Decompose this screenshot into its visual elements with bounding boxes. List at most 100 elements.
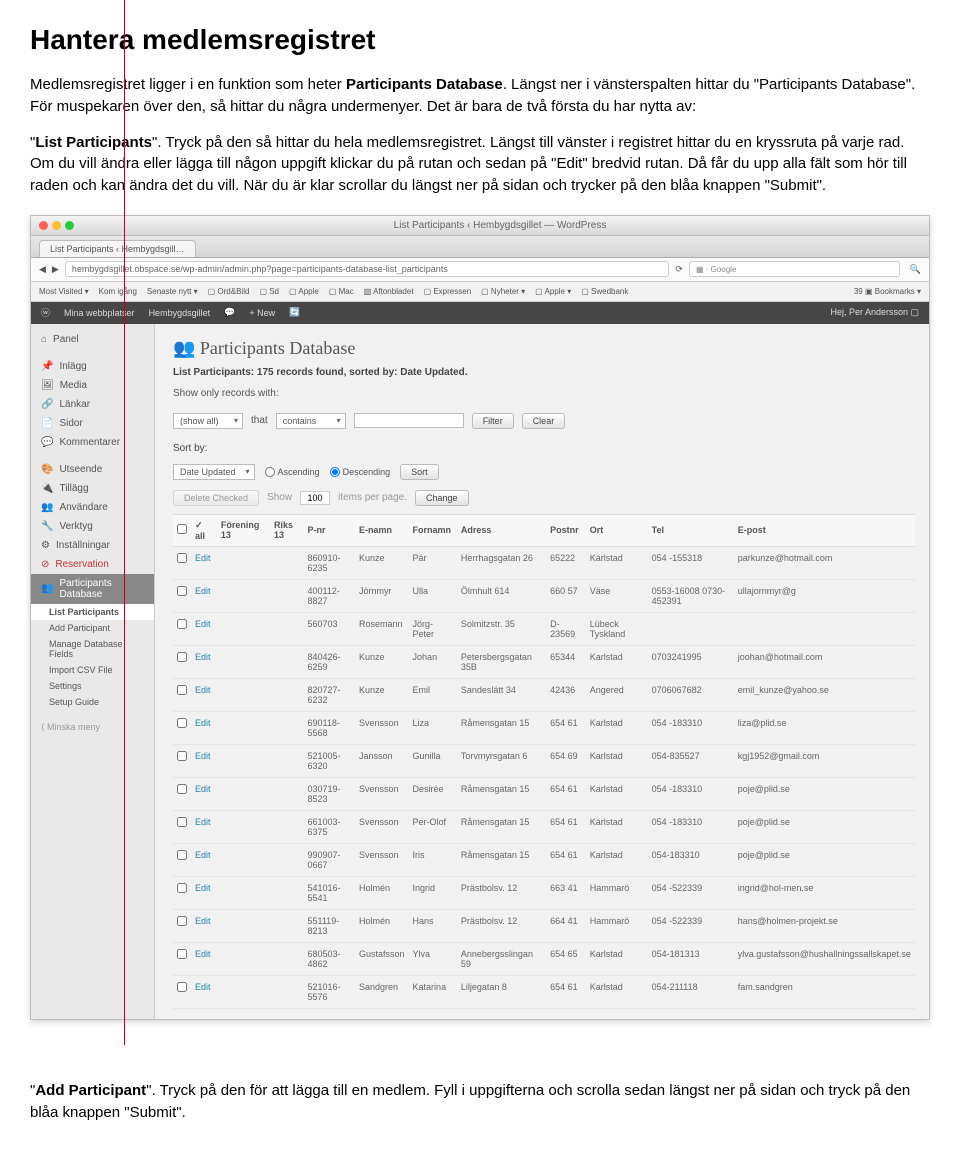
edit-link[interactable]: Edit — [195, 619, 211, 629]
row-checkbox[interactable] — [177, 619, 187, 629]
edit-link[interactable]: Edit — [195, 883, 211, 893]
sort-field-select[interactable]: Date Updated — [173, 464, 255, 480]
edit-link[interactable]: Edit — [195, 685, 211, 695]
wp-user-greeting[interactable]: Hej, Per Andersson ▢ — [830, 307, 919, 318]
sidebar-item-verktyg[interactable]: 🔧Verktyg — [31, 517, 154, 536]
sidebar-sub-add-participant[interactable]: Add Participant — [31, 620, 154, 636]
sidebar-item-panel[interactable]: ⌂Panel — [31, 330, 154, 349]
bookmark-apple[interactable]: ▢ Apple — [289, 287, 319, 296]
col-pnr[interactable]: P-nr — [304, 514, 356, 546]
sort-descending-radio[interactable]: Descending — [330, 467, 391, 477]
sidebar-item-utseende[interactable]: 🎨Utseende — [31, 460, 154, 479]
sort-ascending-radio[interactable]: Ascending — [265, 467, 320, 477]
filter-value-input[interactable] — [354, 413, 464, 428]
filter-operator-select[interactable]: contains — [276, 413, 346, 429]
sidebar-sub-manage-fields[interactable]: Manage Database Fields — [31, 636, 154, 662]
bookmark-most-visited[interactable]: Most Visited ▾ — [39, 287, 89, 296]
wp-new-button[interactable]: + New — [249, 308, 275, 318]
edit-link[interactable]: Edit — [195, 916, 211, 926]
filter-button[interactable]: Filter — [472, 413, 514, 429]
sidebar-item-lankar[interactable]: 🔗Länkar — [31, 395, 154, 414]
bookmark-aftonbladet[interactable]: ▧ Aftonbladet — [364, 287, 414, 296]
edit-link[interactable]: Edit — [195, 850, 211, 860]
nav-back-icon[interactable]: ◀ — [39, 264, 46, 275]
edit-link[interactable]: Edit — [195, 652, 211, 662]
sidebar-sub-settings[interactable]: Settings — [31, 678, 154, 694]
row-checkbox[interactable] — [177, 718, 187, 728]
sidebar-item-anvandare[interactable]: 👥Användare — [31, 498, 154, 517]
row-checkbox[interactable] — [177, 652, 187, 662]
row-checkbox[interactable] — [177, 586, 187, 596]
col-all[interactable]: ✓ all — [191, 514, 217, 546]
edit-link[interactable]: Edit — [195, 553, 211, 563]
row-checkbox[interactable] — [177, 817, 187, 827]
bookmark-mac[interactable]: ▢ Mac — [329, 287, 354, 296]
bookmark-senaste-nytt[interactable]: Senaste nytt ▾ — [147, 287, 198, 296]
bookmark-kom-igang[interactable]: Kom igång — [99, 287, 137, 296]
col-riks[interactable]: Riks 13 — [270, 514, 304, 546]
reload-icon[interactable]: ⟳ — [675, 264, 683, 275]
sidebar-item-tillagg[interactable]: 🔌Tillägg — [31, 479, 154, 498]
edit-link[interactable]: Edit — [195, 982, 211, 992]
wp-site-name[interactable]: Hembygdsgillet — [149, 308, 211, 318]
sidebar-item-participants-database[interactable]: 👥Participants Database — [31, 574, 154, 604]
col-fornamn[interactable]: Fornamn — [409, 514, 457, 546]
col-tel[interactable]: Tel — [648, 514, 734, 546]
bookmark-sd[interactable]: ▢ Sd — [259, 287, 279, 296]
edit-link[interactable]: Edit — [195, 949, 211, 959]
bookmark-nyheter[interactable]: ▢ Nyheter ▾ — [481, 287, 525, 296]
edit-link[interactable]: Edit — [195, 784, 211, 794]
sidebar-sub-import-csv[interactable]: Import CSV File — [31, 662, 154, 678]
row-checkbox[interactable] — [177, 883, 187, 893]
sidebar-item-installningar[interactable]: ⚙Inställningar — [31, 536, 154, 555]
sidebar-item-inlagg[interactable]: 📌Inlägg — [31, 357, 154, 376]
row-checkbox[interactable] — [177, 982, 187, 992]
col-epost[interactable]: E-post — [734, 514, 915, 546]
edit-link[interactable]: Edit — [195, 718, 211, 728]
row-checkbox[interactable] — [177, 553, 187, 563]
edit-link[interactable]: Edit — [195, 817, 211, 827]
col-forening[interactable]: Förening 13 — [217, 514, 270, 546]
sidebar-item-sidor[interactable]: 📄Sidor — [31, 414, 154, 433]
items-per-page-input[interactable] — [300, 491, 330, 505]
col-postnr[interactable]: Postnr — [546, 514, 586, 546]
col-adress[interactable]: Adress — [457, 514, 546, 546]
col-checkbox[interactable] — [173, 514, 191, 546]
row-checkbox[interactable] — [177, 751, 187, 761]
wp-cache-icon[interactable]: 🔄 — [289, 307, 300, 318]
col-enamn[interactable]: E-namn — [355, 514, 409, 546]
sidebar-item-reservation[interactable]: ⊘Reservation — [31, 555, 154, 574]
browser-search-input[interactable]: ▦ · Google — [689, 261, 900, 277]
edit-link[interactable]: Edit — [195, 586, 211, 596]
row-checkbox[interactable] — [177, 949, 187, 959]
delete-checked-button[interactable]: Delete Checked — [173, 490, 259, 506]
row-checkbox[interactable] — [177, 685, 187, 695]
url-input[interactable]: hembygdsgillet.obspace.se/wp-admin/admin… — [65, 261, 670, 277]
browser-tab[interactable]: List Participants ‹ Hembygdsgill… — [39, 240, 196, 257]
edit-link[interactable]: Edit — [195, 751, 211, 761]
row-checkbox[interactable] — [177, 784, 187, 794]
nav-forward-icon[interactable]: ▶ — [52, 264, 59, 275]
sidebar-collapse[interactable]: ⟨ Minska meny — [31, 718, 154, 737]
plugin-icon: 🔌 — [41, 483, 53, 494]
row-checkbox[interactable] — [177, 916, 187, 926]
bookmark-expressen[interactable]: ▢ Expressen — [424, 287, 472, 296]
sort-button[interactable]: Sort — [400, 464, 439, 480]
wp-logo-icon[interactable]: ⓦ — [41, 306, 50, 319]
clear-button[interactable]: Clear — [522, 413, 566, 429]
change-button[interactable]: Change — [415, 490, 469, 506]
sidebar-item-kommentarer[interactable]: 💬Kommentarer — [31, 433, 154, 452]
filter-field-select[interactable]: (show all) — [173, 413, 243, 429]
screenshot: List Participants ‹ Hembygdsgillet — Wor… — [30, 215, 930, 1020]
sidebar-sub-list-participants[interactable]: List Participants — [31, 604, 154, 620]
row-checkbox[interactable] — [177, 850, 187, 860]
wp-comments-icon[interactable]: 💬 — [224, 307, 235, 318]
bookmark-swedbank[interactable]: ▢ Swedbank — [581, 287, 628, 296]
bookmarks-overflow[interactable]: 39 ▣ Bookmarks ▾ — [854, 287, 921, 296]
sidebar-sub-setup-guide[interactable]: Setup Guide — [31, 694, 154, 710]
sidebar-item-media[interactable]: 🖼Media — [31, 376, 154, 395]
bookmark-apple2[interactable]: ▢ Apple ▾ — [535, 287, 571, 296]
bookmark-ordbild[interactable]: ▢ Ord&Bild — [208, 287, 250, 296]
window-controls[interactable] — [39, 221, 74, 230]
col-ort[interactable]: Ort — [586, 514, 648, 546]
